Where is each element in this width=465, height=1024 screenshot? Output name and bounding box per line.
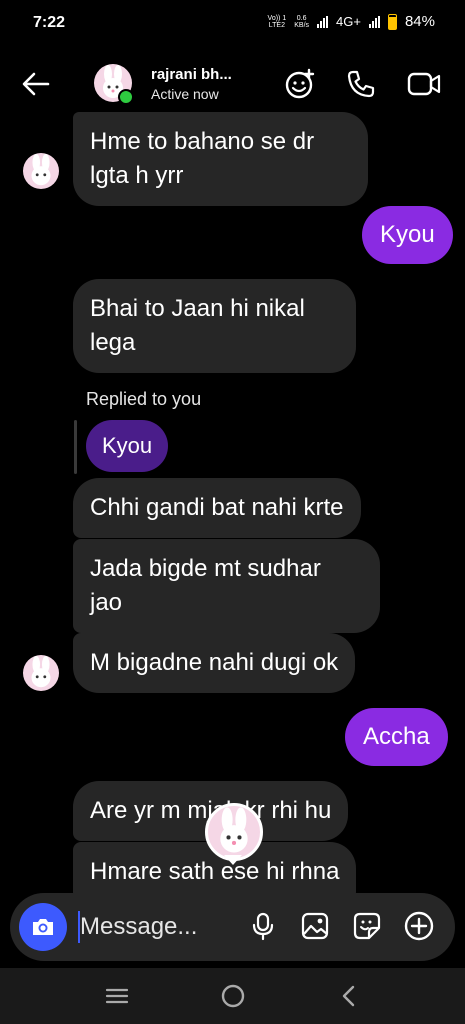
network-speed: 0.6 KB/s [294,14,310,29]
battery-level: 84% [404,13,435,30]
contact-name[interactable]: rajrani bh... [151,66,232,83]
nav-back-icon[interactable] [334,982,364,1010]
chat-header: rajrani bh... Active now [0,48,465,120]
sticker-icon[interactable] [350,909,384,943]
message-bubble-outgoing[interactable]: Kyou [362,206,453,264]
message-bubble-outgoing[interactable]: Accha [345,708,448,766]
effects-icon[interactable] [280,64,320,104]
microphone-icon[interactable] [246,909,280,943]
reply-bar [74,420,77,474]
status-bar: 7:22 Vo)) 1 LTE2 0.6 KB/s 4G+ 84% [0,0,465,48]
camera-icon[interactable] [19,903,67,951]
online-status-dot [118,89,134,105]
message-input[interactable] [78,911,230,943]
network-type: 4G+ [336,14,361,29]
active-status: Active now [151,86,219,102]
reply-quote-bubble[interactable]: Kyou [86,420,169,472]
message-bubble-incoming[interactable]: Chhi gandi bat nahi krte [73,478,361,538]
volte-indicator: Vo)) 1 LTE2 [267,14,287,29]
home-icon[interactable] [218,982,248,1010]
system-nav-bar [0,968,465,1024]
message-bubble-incoming[interactable]: Hme to bahano se dr lgta h yrr [73,112,368,206]
gallery-icon[interactable] [298,909,332,943]
contact-avatar-small [23,153,59,189]
recent-apps-icon[interactable] [102,982,132,1010]
message-bubble-incoming[interactable]: Jada bigde mt sudhar jao [73,539,380,633]
battery-icon [387,13,397,30]
plus-icon[interactable] [402,909,436,943]
status-time: 7:22 [33,14,66,31]
reply-label: Replied to you [86,389,202,409]
back-arrow-icon[interactable] [20,68,52,100]
signal-icon [317,15,329,28]
signal-icon-2 [368,15,380,28]
video-call-icon[interactable] [404,64,444,104]
message-composer [10,893,455,961]
message-bubble-incoming[interactable]: M bigadne nahi dugi ok [73,633,356,693]
typing-indicator-tail [224,855,242,865]
phone-icon[interactable] [341,64,381,104]
contact-avatar-small [23,655,59,691]
typing-indicator-avatar [205,803,263,861]
status-icons: Vo)) 1 LTE2 0.6 KB/s 4G+ 84% [268,13,435,30]
message-bubble-incoming[interactable]: Bhai to Jaan hi nikal lega [73,279,356,373]
